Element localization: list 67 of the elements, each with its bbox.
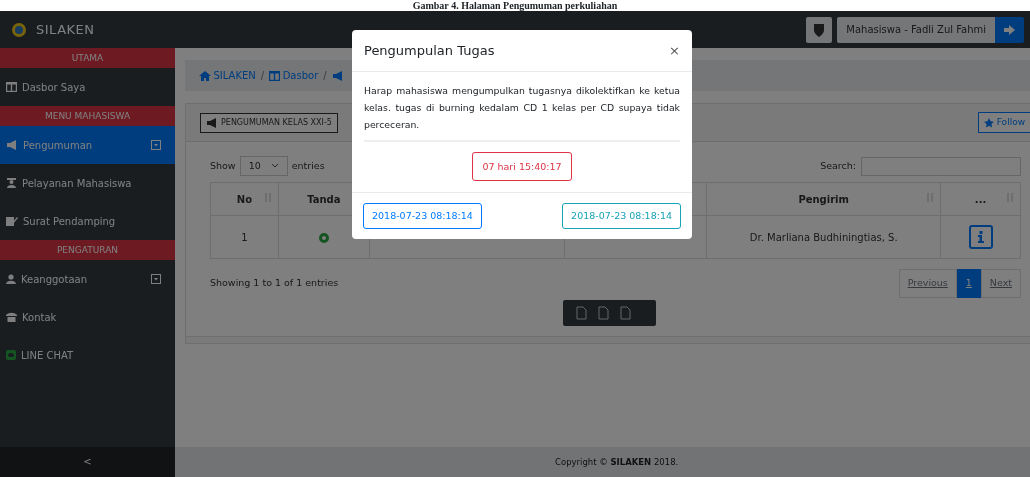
- search-label: Search:: [820, 159, 856, 173]
- pdf-file-icon[interactable]: [617, 304, 633, 321]
- breadcrumb-separator: /: [323, 69, 327, 83]
- excel-file-icon[interactable]: [573, 304, 589, 321]
- sidebar-item[interactable]: Surat Pendamping: [0, 202, 175, 240]
- sidebar-item[interactable]: LINE CHAT: [0, 336, 175, 374]
- column-header[interactable]: No: [236, 193, 253, 205]
- breadcrumb-separator: /: [260, 69, 265, 83]
- table-cell: Dr. Marliana Budhiningtias, S.: [749, 231, 898, 243]
- column-header[interactable]: ...: [974, 193, 987, 205]
- caret-icon: [270, 163, 279, 170]
- follow-button[interactable]: Follow: [977, 111, 1030, 134]
- logo-icon: [12, 22, 26, 37]
- date-button[interactable]: 2018-07-23 08:18:14: [562, 203, 681, 230]
- date-button[interactable]: 2018-07-23 08:18:14: [363, 203, 482, 230]
- star-icon: [983, 117, 994, 128]
- sidebar-toggle[interactable]: <: [0, 447, 175, 477]
- megaphone-icon: [331, 70, 344, 81]
- sidebar-item[interactable]: Pengumuman: [0, 126, 175, 164]
- entries-label: entries: [291, 159, 325, 173]
- entries-select[interactable]: 10: [239, 156, 288, 177]
- announcement-text: Harap mahasiswa mengumpulkan tugasnya dikolektifkan ke ketua kelas. tugas di burning kedalam CD 1 kelas per CD supaya tidak perceceran.: [364, 82, 680, 142]
- phone-icon: [6, 312, 17, 322]
- logout-button[interactable]: [995, 16, 1024, 43]
- close-button[interactable]: ×: [669, 40, 680, 61]
- countdown-badge: 07 hari 15:40:17: [472, 152, 572, 181]
- columns-icon: [269, 70, 281, 81]
- sidebar-item[interactable]: Kontak: [0, 298, 175, 336]
- info-button[interactable]: [968, 225, 993, 250]
- columns-icon: [6, 82, 17, 92]
- category-button[interactable]: PENGUMUMAN KELAS XXI-5: [200, 112, 338, 133]
- dropdown-icon[interactable]: [151, 274, 161, 284]
- sidebar-item[interactable]: Dasbor Saya: [0, 68, 175, 106]
- column-header[interactable]: Pengirim: [798, 193, 849, 205]
- sidebar-item[interactable]: Keanggotaan: [0, 260, 175, 298]
- status-icon: [318, 232, 329, 243]
- table-info: Showing 1 to 1 of 1 entries: [210, 276, 339, 291]
- chat-icon: [6, 350, 16, 360]
- show-label: Show: [210, 159, 236, 173]
- shield-button[interactable]: [806, 16, 833, 43]
- person-icon: [6, 178, 17, 188]
- pagination-link[interactable]: Next: [980, 269, 1021, 298]
- home-icon: [199, 70, 211, 81]
- user-icon: [6, 274, 16, 284]
- modal-title: Pengumpulan Tugas: [364, 41, 495, 60]
- sidebar-item[interactable]: Pelayanan Mahasiswa: [0, 164, 175, 202]
- pagination-link[interactable]: 1: [956, 269, 981, 298]
- text-file-icon[interactable]: [595, 304, 611, 321]
- section-header: UTAMA: [0, 48, 175, 68]
- megaphone-icon: [6, 140, 18, 150]
- section-header: PENGATURAN: [0, 240, 175, 260]
- info-icon: [977, 231, 984, 244]
- dropdown-icon[interactable]: [151, 140, 161, 150]
- megaphone-icon: [206, 117, 218, 128]
- pagination-link[interactable]: Previous: [898, 269, 957, 298]
- copyright-text: Copyright © SILAKEN 2018.: [554, 456, 679, 469]
- section-header: MENU MAHASISWA: [0, 106, 175, 126]
- shield-icon: [812, 22, 827, 37]
- table-cell: 1: [241, 231, 248, 243]
- logout-icon: [1003, 25, 1016, 35]
- pen-icon: [6, 216, 18, 226]
- breadcrumb-link[interactable]: SILAKEN: [199, 68, 256, 83]
- brand-name: SILAKEN: [36, 20, 95, 39]
- user-name: Mahasiswa - Fadli Zul Fahmi: [837, 16, 995, 43]
- search-field[interactable]: [861, 156, 1021, 176]
- column-header[interactable]: Tanda: [307, 193, 341, 205]
- breadcrumb-link[interactable]: Dasbor: [269, 68, 319, 83]
